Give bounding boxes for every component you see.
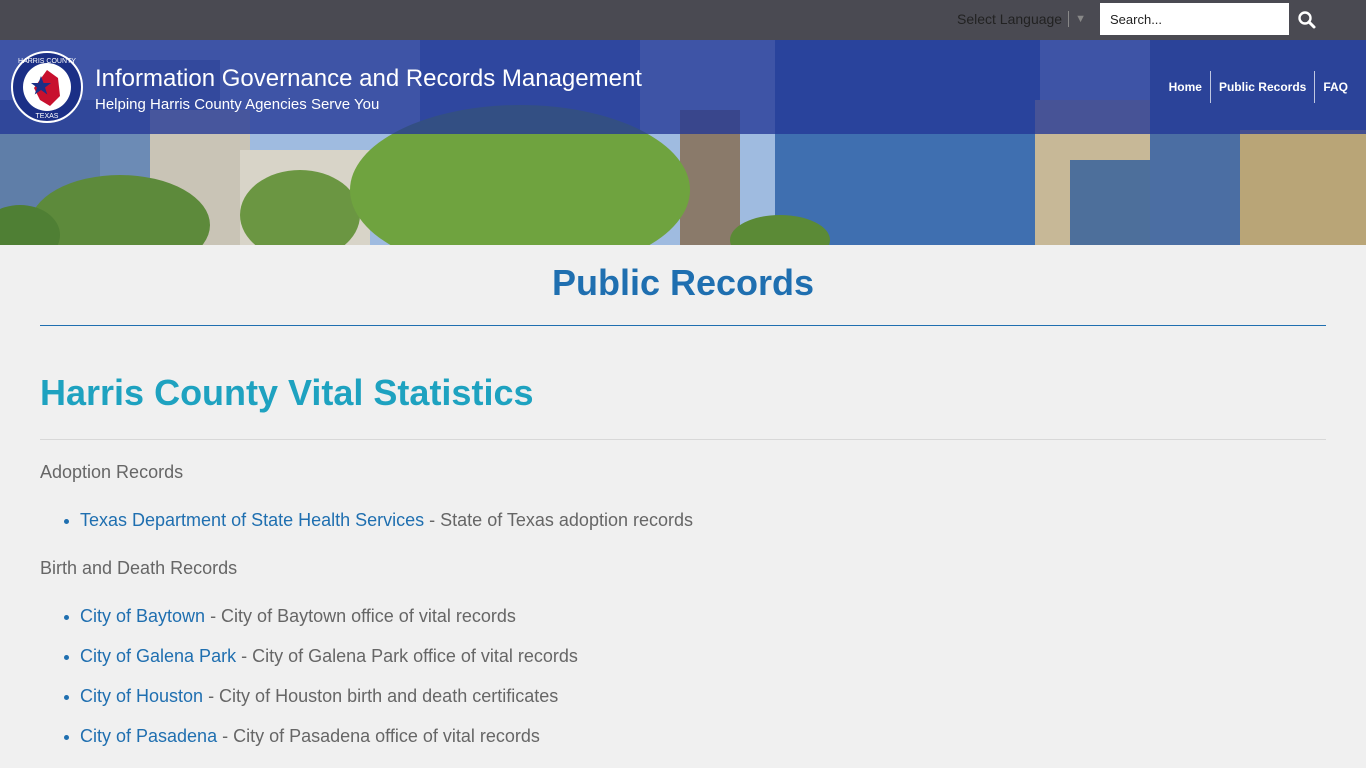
logo-text-bottom: TEXAS — [36, 113, 59, 120]
group-label-birth-death: Birth and Death Records — [40, 558, 238, 578]
header-banner: HARRIS COUNTY TEXAS Information Governan… — [0, 40, 1366, 245]
section-divider — [40, 439, 1326, 440]
chevron-down-icon: ▼ — [1075, 13, 1086, 25]
record-description: - City of Pasadena office of vital recor… — [217, 726, 540, 746]
list-item: City of Pasadena - City of Pasadena offi… — [64, 726, 540, 747]
record-link[interactable]: City of Houston — [80, 686, 203, 706]
record-link[interactable]: City of Pasadena — [80, 726, 217, 746]
logo-text-top: HARRIS COUNTY — [18, 58, 76, 65]
section-title: Harris County Vital Statistics — [40, 372, 534, 413]
record-description: - State of Texas adoption records — [424, 510, 693, 530]
record-description: - City of Houston birth and death certif… — [203, 686, 559, 706]
nav-item-home[interactable]: Home — [1161, 71, 1210, 103]
group-label-adoption: Adoption Records — [40, 462, 184, 482]
language-selector[interactable]: Select Language ▼ — [957, 11, 1086, 27]
language-label: Select Language — [957, 11, 1063, 27]
record-link[interactable]: City of Baytown — [80, 606, 205, 626]
site-subtitle: Helping Harris County Agencies Serve You — [95, 96, 380, 113]
record-description: - City of Baytown office of vital record… — [205, 606, 516, 626]
list-item: City of Houston - City of Houston birth … — [63, 686, 559, 707]
top-bar: Select Language ▼ — [0, 0, 1366, 40]
record-description: - City of Galena Park office of vital re… — [236, 646, 578, 666]
language-divider — [1068, 11, 1070, 27]
search-icon[interactable] — [1296, 9, 1318, 31]
harris-county-seal-logo[interactable]: HARRIS COUNTY TEXAS — [10, 50, 84, 124]
record-link[interactable]: City of Galena Park — [80, 646, 236, 666]
main-nav: Home Public Records FAQ — [1161, 71, 1356, 103]
search-input[interactable] — [1100, 3, 1289, 35]
page-title: Public Records — [551, 262, 815, 303]
nav-item-faq[interactable]: FAQ — [1315, 71, 1356, 103]
list-item: City of Baytown - City of Baytown office… — [64, 606, 516, 627]
list-item: Texas Department of State Health Service… — [64, 510, 693, 531]
list-item: City of Galena Park - City of Galena Par… — [64, 646, 578, 667]
site-title[interactable]: Information Governance and Records Manag… — [95, 65, 642, 93]
record-link[interactable]: Texas Department of State Health Service… — [80, 510, 424, 530]
title-divider — [40, 325, 1326, 326]
nav-item-public-records[interactable]: Public Records — [1211, 71, 1314, 103]
